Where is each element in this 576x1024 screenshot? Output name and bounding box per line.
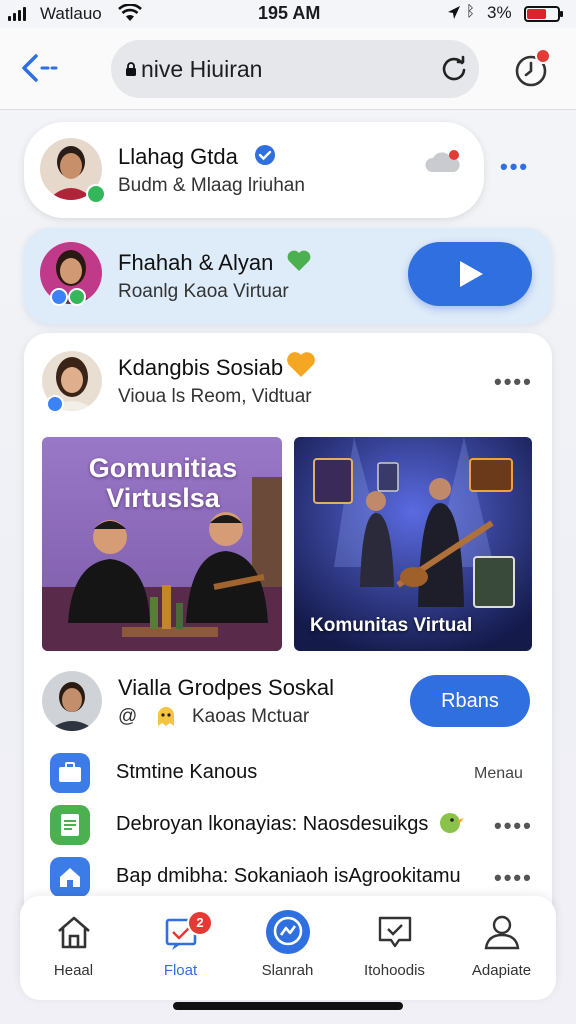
tab-label: Adapiate [471, 962, 532, 979]
tab-profile[interactable]: Adapiate [448, 896, 555, 1000]
more-options-icon[interactable]: •••• [494, 813, 533, 839]
tab-home[interactable]: Heaal [20, 896, 127, 1000]
battery-icon [524, 6, 563, 22]
tab-label: Heaal [53, 962, 94, 979]
back-arrow-icon[interactable] [18, 48, 62, 88]
tab-label: Itohoodis [364, 962, 425, 979]
image-title: Gomunitias Virtuslsa [88, 453, 238, 513]
briefcase-icon [50, 753, 90, 793]
group-title: Vialla Grodpes Soskal [118, 675, 335, 700]
wifi-icon [118, 4, 142, 21]
lock-icon [126, 62, 136, 76]
contact-card[interactable]: Llahag Gtda Budm & Mlaag lriuhan [24, 122, 484, 218]
address-bar[interactable]: nive Hiuiran [111, 40, 479, 98]
home-icon [50, 857, 90, 897]
play-button[interactable] [408, 242, 532, 306]
tab-label: Float [163, 962, 198, 979]
post-author: Kdangbis Sosiab [118, 355, 284, 380]
document-icon [50, 805, 90, 845]
status-bar: Watlauo 195 AM ᛒ 3% [0, 0, 576, 28]
online-badge [68, 288, 86, 306]
ghost-emoji-icon [158, 707, 174, 726]
more-options-icon[interactable]: ••• [500, 154, 529, 180]
bird-emoji-icon [440, 813, 464, 833]
location-arrow-icon [448, 6, 460, 19]
verified-icon [255, 145, 275, 165]
group-name: Fhahah & Alyan [118, 250, 274, 275]
more-options-icon[interactable]: •••• [494, 865, 533, 891]
messenger-badge [50, 288, 68, 306]
house-icon [58, 916, 90, 949]
group-avatar [42, 671, 102, 731]
online-badge [86, 184, 106, 204]
post-image-community[interactable]: Gomunitias Virtuslsa [42, 437, 282, 651]
list-item-title[interactable]: Bap dmibha: Sokaniaoh isAgrookitamu [116, 865, 461, 888]
home-indicator [173, 1002, 403, 1010]
post-image-virtual[interactable]: Komunitas Virtual [294, 437, 532, 651]
verified-badge [46, 395, 64, 413]
battery-level [527, 9, 546, 19]
profile-icon [484, 915, 520, 950]
join-button[interactable]: Rbans [410, 675, 530, 727]
heart-icon [287, 352, 315, 377]
post-subtitle: Vioua ls Reom, Vidtuar [118, 386, 312, 407]
image-caption: Komunitas Virtual [310, 615, 473, 636]
signal-icon [8, 7, 26, 21]
group-subtitle: Roanlg Kaoa Virtuar [118, 281, 289, 302]
more-options-icon[interactable]: •••• [494, 369, 533, 395]
messenger-icon [266, 910, 310, 954]
group-prefix: @ [118, 706, 138, 727]
notification-badge: 2 [187, 910, 213, 936]
browser-toolbar: nive Hiuiran [0, 28, 576, 110]
list-item-title[interactable]: Debroyan lkonayias: Naosdesuikgs [116, 813, 428, 836]
cloud-alert-icon[interactable] [424, 148, 462, 178]
notification-dot [535, 48, 551, 64]
list-item-action[interactable]: Menau [474, 765, 523, 783]
carrier-name: Watlauo [40, 4, 102, 23]
clock: 195 AM [258, 3, 321, 23]
bottom-tab-bar: Heaal 2 Float Slanrah Itohoodis Adapiate [20, 896, 556, 1000]
list-item-title[interactable]: Stmtine Kanous [116, 761, 257, 784]
tab-chats[interactable]: Itohoodis [341, 896, 448, 1000]
tab-float[interactable]: 2 Float [127, 896, 234, 1000]
tab-search[interactable]: Slanrah [234, 896, 341, 1000]
heart-icon [287, 250, 311, 271]
contact-name: Llahag Gtda [118, 144, 238, 169]
contact-subtitle: Budm & Mlaag lriuhan [118, 175, 305, 196]
reload-icon[interactable] [439, 54, 469, 84]
address-text: nive Hiuiran [141, 56, 263, 82]
chat-icon [378, 916, 412, 948]
group-subtitle: Kaoas Mctuar [192, 706, 310, 727]
battery-percent: 3% [487, 3, 512, 22]
bluetooth-icon: ᛒ [466, 3, 476, 20]
post-card: Kdangbis Sosiab Vioua ls Reom, Vidtuar •… [24, 333, 552, 933]
play-icon [460, 261, 483, 287]
tab-label: Slanrah [261, 962, 314, 979]
